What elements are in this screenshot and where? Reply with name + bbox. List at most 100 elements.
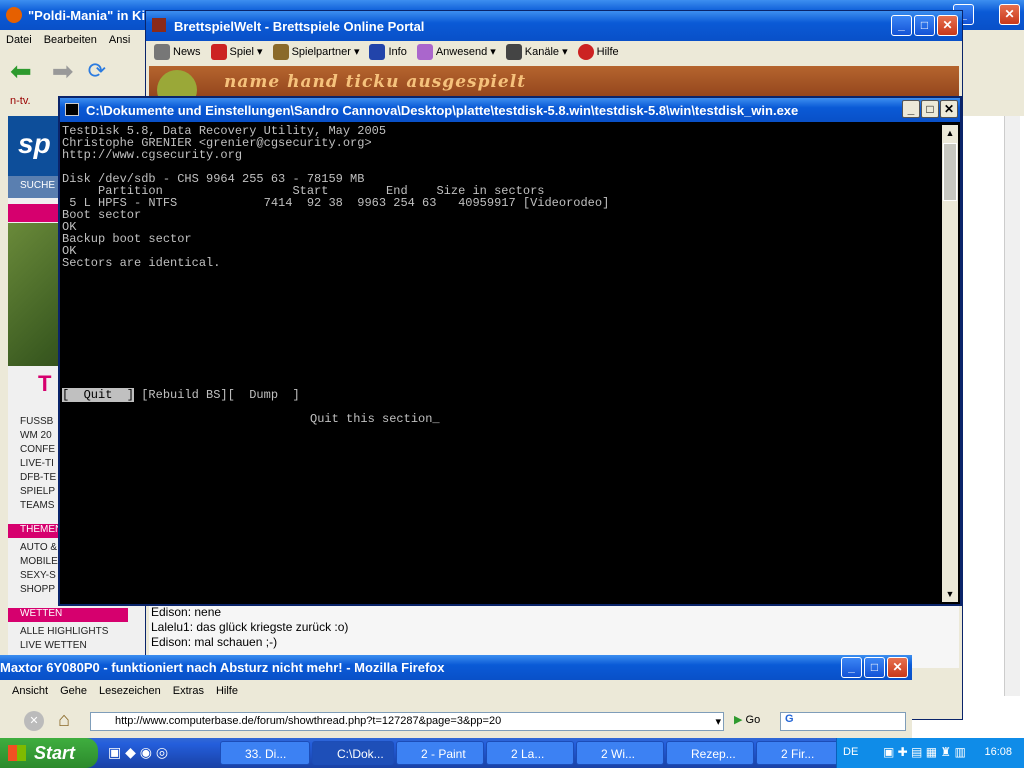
quit-option[interactable]: [ Quit ] bbox=[62, 388, 135, 402]
taskbar-item[interactable]: 33. Di... bbox=[220, 741, 310, 765]
channels-icon bbox=[505, 44, 522, 60]
sidebar-item[interactable]: WM 20 bbox=[20, 430, 52, 441]
menu-gehe[interactable]: Gehe bbox=[54, 685, 93, 697]
maximize-button[interactable]: □ bbox=[914, 15, 935, 36]
minimize-button[interactable]: _ bbox=[841, 657, 862, 678]
tray-icons: ▣ ✚ ▤ ▦ ♜ ▥ bbox=[883, 745, 966, 759]
search-input[interactable]: G bbox=[780, 712, 906, 731]
url-input[interactable]: http://www.computerbase.de/forum/showthr… bbox=[90, 712, 724, 731]
maximize-button[interactable]: □ bbox=[864, 657, 885, 678]
go-arrow-icon: ▶ bbox=[734, 714, 743, 726]
info-label: Info bbox=[388, 45, 407, 58]
close-button[interactable]: ✕ bbox=[887, 657, 908, 678]
url-dropdown-icon[interactable]: ▾ bbox=[715, 715, 721, 728]
taskbar-item[interactable]: 2 Wi... bbox=[576, 741, 664, 765]
players-icon bbox=[272, 44, 289, 60]
spiel-label: Spiel bbox=[229, 45, 254, 58]
sidebar-item[interactable]: SHOPP bbox=[20, 584, 55, 595]
sidebar-item[interactable]: TEAMS bbox=[20, 500, 54, 511]
toolbar-anwesend[interactable]: Anwesend ▾ bbox=[416, 44, 496, 60]
sidebar-item[interactable]: DFB-TE bbox=[20, 472, 56, 483]
kanaele-label: Kanäle bbox=[524, 45, 560, 58]
close-button[interactable]: ✕ bbox=[999, 4, 1020, 25]
system-tray: DE ▣ ✚ ▤ ▦ ♜ ▥ 16:08 bbox=[836, 738, 1024, 768]
testdisk-console-window[interactable]: C:\Dokumente und Einstellungen\Sandro Ca… bbox=[58, 96, 962, 606]
wetten-band: WETTEN bbox=[8, 608, 128, 622]
console-title: C:\Dokumente und Einstellungen\Sandro Ca… bbox=[86, 102, 799, 118]
forward-icon[interactable]: ➡ bbox=[52, 56, 74, 87]
quicklaunch: ▣ ◆ ◉ ◎ bbox=[108, 744, 169, 760]
bookmark-ntv[interactable]: n-tv. bbox=[10, 95, 31, 107]
firefox-front-title: Maxtor 6Y080P0 - funktioniert nach Abstu… bbox=[0, 660, 445, 675]
other-options[interactable]: [Rebuild BS][ Dump ] bbox=[134, 388, 299, 402]
language-indicator[interactable]: DE bbox=[843, 746, 858, 758]
start-label: Start bbox=[34, 743, 76, 763]
menu-ansicht[interactable]: Ansi bbox=[103, 34, 136, 46]
scroll-down-icon[interactable]: ▼ bbox=[942, 586, 958, 602]
taskbar: Start ▣ ◆ ◉ ◎ 33. Di... C:\Dok... 2 - Pa… bbox=[0, 738, 1024, 768]
sidebar-item[interactable]: SEXY-S bbox=[20, 570, 56, 581]
chat-line: Edison: mal schauen ;-) bbox=[151, 635, 278, 649]
game-piece-icon bbox=[210, 44, 227, 60]
sidebar-item[interactable]: SPIELP bbox=[20, 486, 55, 497]
close-button[interactable]: ✕ bbox=[937, 15, 958, 36]
url-text: http://www.computerbase.de/forum/showthr… bbox=[115, 715, 502, 727]
console-output: TestDisk 5.8, Data Recovery Utility, May… bbox=[62, 125, 942, 603]
go-button[interactable]: ▶ Go bbox=[734, 713, 760, 726]
toolbar-hilfe[interactable]: Hilfe bbox=[577, 44, 619, 60]
toolbar-spielpartner[interactable]: Spielpartner ▾ bbox=[272, 44, 359, 60]
sidebar-item[interactable]: AUTO & bbox=[20, 542, 57, 553]
help-icon bbox=[577, 44, 594, 60]
firefox-icon bbox=[6, 7, 22, 23]
firefox-front-titlebar[interactable]: Maxtor 6Y080P0 - funktioniert nach Abstu… bbox=[0, 655, 912, 680]
taskbar-item[interactable]: 2 La... bbox=[486, 741, 574, 765]
news-icon bbox=[154, 44, 170, 60]
back-icon[interactable]: ⬅ bbox=[10, 56, 32, 87]
people-icon bbox=[416, 44, 433, 60]
minimize-button[interactable]: _ bbox=[891, 15, 912, 36]
taskbar-item[interactable]: Rezep... bbox=[666, 741, 754, 765]
scroll-up-icon[interactable]: ▲ bbox=[942, 125, 958, 141]
sidebar-item[interactable]: LIVE-TI bbox=[20, 458, 54, 469]
start-button[interactable]: Start bbox=[0, 738, 98, 768]
sidebar-item[interactable]: ALLE HIGHLIGHTS bbox=[20, 626, 108, 637]
console-line: Sectors are identical. bbox=[62, 256, 221, 270]
info-icon bbox=[369, 44, 386, 60]
firefox-front-window[interactable]: Maxtor 6Y080P0 - funktioniert nach Abstu… bbox=[0, 655, 912, 740]
telekom-logo: T bbox=[38, 371, 52, 396]
sidebar-item[interactable]: CONFE bbox=[20, 444, 55, 455]
stop-icon[interactable]: ✕ bbox=[24, 711, 44, 731]
console-menu: [ Quit ] [Rebuild BS][ Dump ] bbox=[62, 388, 300, 402]
console-line: Backup boot sector bbox=[62, 232, 192, 246]
scroll-thumb[interactable] bbox=[943, 143, 957, 201]
menu-ansicht[interactable]: Ansicht bbox=[6, 685, 54, 697]
sidebar-item[interactable]: FUSSB bbox=[20, 416, 53, 427]
home-icon[interactable]: ⌂ bbox=[58, 709, 70, 732]
taskbar-item[interactable]: 2 Fir... bbox=[756, 741, 842, 765]
windows-logo-icon bbox=[8, 745, 26, 761]
reload-icon[interactable]: ⟳ bbox=[88, 58, 106, 84]
minimize-button[interactable]: _ bbox=[902, 100, 920, 118]
taskbar-item-console[interactable]: C:\Dok... bbox=[312, 741, 394, 765]
menu-extras[interactable]: Extras bbox=[167, 685, 210, 697]
toolbar-spiel[interactable]: Spiel ▾ bbox=[210, 44, 263, 60]
toolbar-kanaele[interactable]: Kanäle ▾ bbox=[505, 44, 568, 60]
vertical-scrollbar[interactable] bbox=[1004, 116, 1020, 696]
menu-datei[interactable]: Datei bbox=[0, 34, 38, 46]
sidebar-item[interactable]: LIVE WETTEN bbox=[20, 640, 87, 651]
menu-bearbeiten[interactable]: Bearbeiten bbox=[38, 34, 103, 46]
console-titlebar[interactable]: C:\Dokumente und Einstellungen\Sandro Ca… bbox=[60, 98, 960, 122]
bsw-titlebar[interactable]: BrettspielWelt - Brettspiele Online Port… bbox=[146, 11, 962, 41]
taskbar-item[interactable]: 2 - Paint bbox=[396, 741, 484, 765]
console-status: Quit this section_ bbox=[310, 412, 440, 426]
chat-line: Edison: nene bbox=[151, 605, 222, 619]
maximize-button[interactable]: □ bbox=[921, 100, 939, 118]
toolbar-news[interactable]: News bbox=[154, 44, 201, 60]
toolbar-info[interactable]: Info bbox=[369, 44, 407, 60]
console-icon bbox=[65, 103, 79, 116]
console-scrollbar[interactable]: ▲ ▼ bbox=[942, 125, 958, 602]
menu-hilfe[interactable]: Hilfe bbox=[210, 685, 244, 697]
close-button[interactable]: ✕ bbox=[940, 100, 958, 118]
menu-lesezeichen[interactable]: Lesezeichen bbox=[93, 685, 167, 697]
sidebar-item[interactable]: MOBILE bbox=[20, 556, 58, 567]
